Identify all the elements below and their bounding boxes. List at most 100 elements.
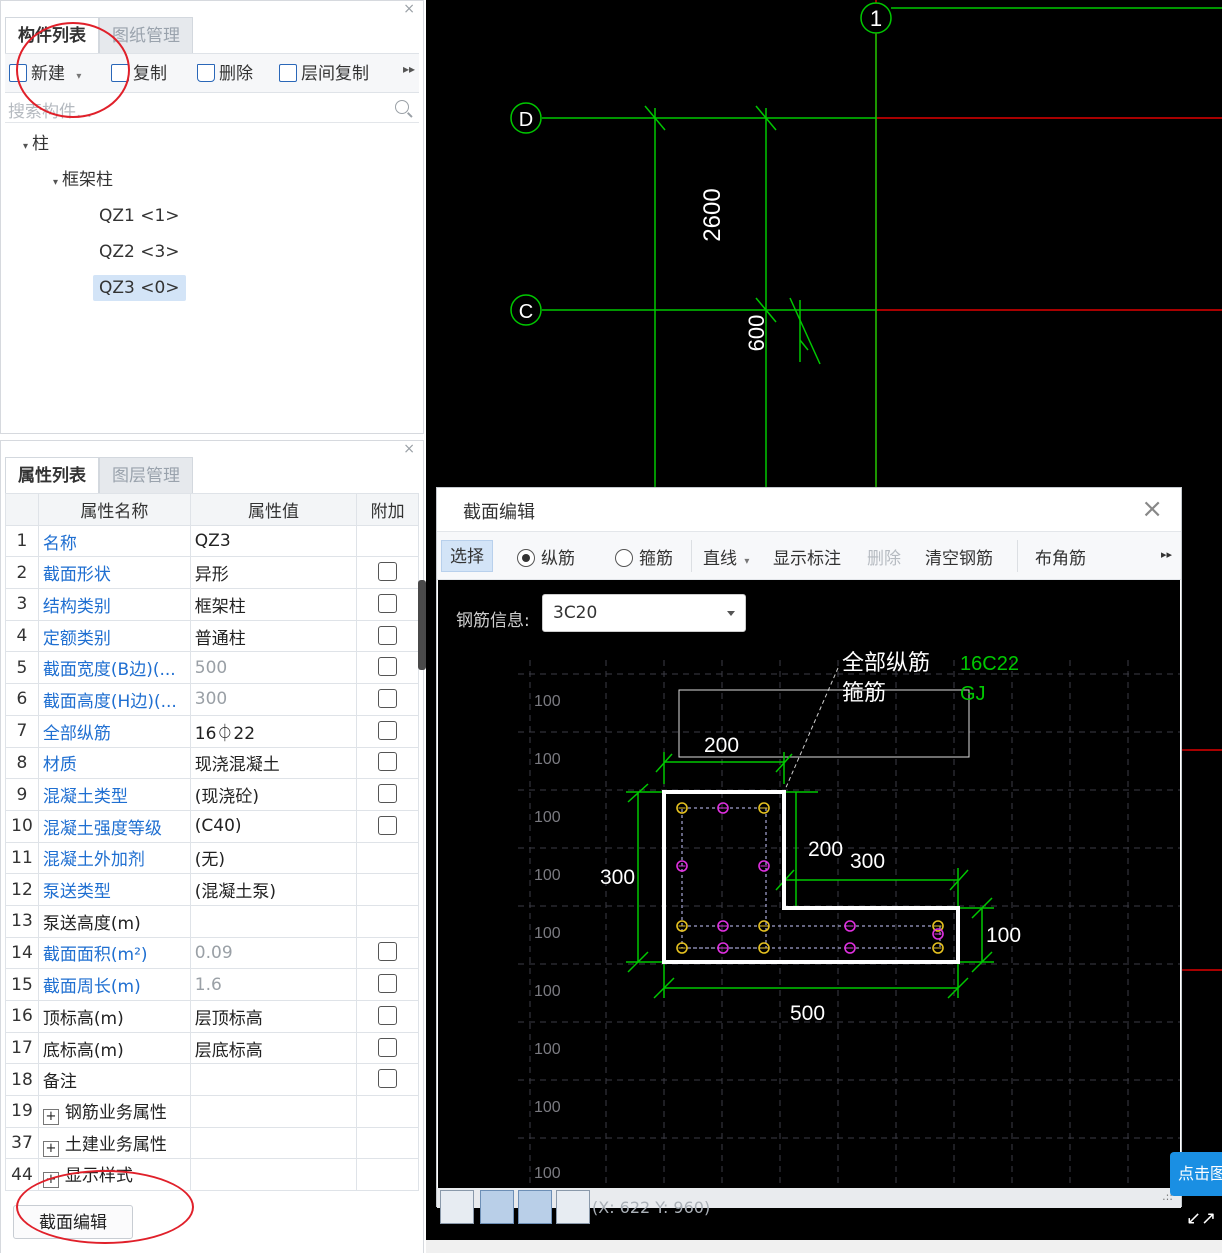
table-row[interactable]: 7 全部纵筋 16⏀22	[5, 714, 419, 748]
rebar-point[interactable]	[717, 920, 729, 932]
extra-checkbox[interactable]	[378, 593, 398, 613]
extra-checkbox[interactable]	[378, 974, 398, 994]
tree-node-column[interactable]: ▾ 柱	[23, 131, 49, 157]
group-name[interactable]: + 土建业务属性	[37, 1126, 191, 1160]
delete-button[interactable]: 删除	[197, 60, 253, 88]
extra-checkbox[interactable]	[378, 688, 398, 708]
property-value[interactable]: 现浇混凝土	[189, 746, 358, 780]
panel-splitter-handle[interactable]	[418, 580, 426, 670]
property-value[interactable]: 0.09	[189, 936, 358, 970]
property-value[interactable]: 1.6	[189, 968, 358, 1001]
toolbar-more-icon[interactable]: ▸▸	[1161, 548, 1172, 561]
rebar-point[interactable]	[676, 920, 688, 932]
tab-property-list[interactable]: 属性列表	[5, 457, 99, 493]
table-row[interactable]: 12 泵送类型 (混凝土泵)	[5, 873, 419, 906]
tree-item-qz1[interactable]: QZ1 <1>	[99, 203, 180, 229]
expand-plus-icon[interactable]: +	[42, 1140, 59, 1157]
extra-checkbox[interactable]	[378, 625, 398, 645]
property-value[interactable]: 16⏀22	[189, 714, 358, 748]
table-row[interactable]: 13 泵送高度(m)	[5, 904, 419, 938]
extra-checkbox[interactable]	[378, 1037, 398, 1057]
tab-layer-management[interactable]: 图层管理	[99, 457, 193, 493]
property-value[interactable]: 普通柱	[189, 619, 358, 653]
longitudinal-rebar-radio[interactable]: 纵筋	[517, 544, 575, 569]
rebar-point[interactable]	[758, 860, 770, 872]
rebar-point[interactable]	[758, 802, 770, 814]
rebar-point[interactable]	[932, 942, 944, 954]
add-point-icon[interactable]	[556, 1190, 590, 1224]
property-value[interactable]: (现浇砼)	[189, 778, 358, 811]
stirrup-radio[interactable]: 箍筋	[615, 544, 673, 569]
radio-checked-icon[interactable]	[517, 549, 535, 567]
property-value[interactable]	[189, 1063, 358, 1097]
line-snap-icon[interactable]	[480, 1190, 514, 1224]
property-value[interactable]: 层顶标高	[189, 1000, 358, 1033]
property-value[interactable]: 框架柱	[189, 588, 358, 621]
property-value[interactable]: (C40)	[189, 809, 358, 843]
extra-checkbox[interactable]	[378, 657, 398, 677]
side-tip-button[interactable]: 点击图	[1170, 1152, 1222, 1196]
extra-checkbox[interactable]	[378, 562, 398, 582]
property-value[interactable]: 层底标高	[189, 1031, 358, 1065]
toolbar-more-icon[interactable]: ▸▸	[403, 62, 415, 76]
chevron-down-icon[interactable]: ▾	[744, 556, 749, 567]
property-value[interactable]: QZ3	[189, 524, 358, 558]
panel-close-icon[interactable]: ×	[403, 441, 415, 457]
rebar-point[interactable]	[758, 942, 770, 954]
close-icon[interactable]: ×	[1141, 494, 1163, 524]
property-value[interactable]	[189, 904, 358, 938]
table-row[interactable]: 1 名称 QZ3	[5, 524, 419, 558]
floor-copy-button[interactable]: 层间复制	[279, 60, 369, 88]
ortho-mode-icon[interactable]	[440, 1190, 474, 1224]
rebar-point[interactable]	[676, 942, 688, 954]
search-icon[interactable]	[395, 100, 409, 114]
table-row[interactable]: 18 备注	[5, 1063, 419, 1097]
table-group-row[interactable]: 37 + 土建业务属性	[5, 1126, 419, 1160]
rebar-point[interactable]	[844, 920, 856, 932]
rebar-point[interactable]	[717, 802, 729, 814]
section-canvas[interactable]: 钢筋信息: 3C20 100 100 100 100 100 100 100 1…	[438, 580, 1180, 1188]
extra-checkbox[interactable]	[378, 815, 398, 835]
rebar-point[interactable]	[932, 928, 944, 940]
table-row[interactable]: 3 结构类别 框架柱	[5, 588, 419, 621]
select-button[interactable]: 选择	[441, 540, 493, 572]
table-row[interactable]: 11 混凝土外加剂 (无)	[5, 841, 419, 875]
corner-rebar-button[interactable]: 布角筋	[1035, 544, 1086, 569]
table-row[interactable]: 10 混凝土强度等级 (C40)	[5, 809, 419, 843]
radio-unchecked-icon[interactable]	[615, 549, 633, 567]
extra-checkbox[interactable]	[378, 784, 398, 804]
collapse-expand-icon[interactable]: ↙↗	[1186, 1208, 1216, 1229]
rebar-info-select[interactable]: 3C20	[542, 594, 746, 632]
table-row[interactable]: 17 底标高(m) 层底标高	[5, 1031, 419, 1065]
table-row[interactable]: 15 截面周长(m) 1.6	[5, 968, 419, 1001]
clear-rebar-button[interactable]: 清空钢筋	[925, 544, 993, 569]
extra-checkbox[interactable]	[378, 720, 398, 740]
rebar-point[interactable]	[932, 920, 944, 932]
show-dimension-button[interactable]: 显示标注	[773, 544, 841, 569]
table-row[interactable]: 5 截面宽度(B边)(... 500	[5, 651, 419, 685]
table-row[interactable]: 16 顶标高(m) 层顶标高	[5, 1000, 419, 1033]
tree-node-frame-column[interactable]: ▾ 框架柱	[53, 167, 113, 193]
extra-checkbox[interactable]	[378, 1069, 398, 1089]
tree-item-qz3[interactable]: QZ3 <0>	[93, 275, 186, 301]
delete-rebar-button[interactable]: 删除	[867, 544, 901, 569]
property-value[interactable]: (混凝土泵)	[189, 873, 358, 906]
table-row[interactable]: 8 材质 现浇混凝土	[5, 746, 419, 780]
property-value[interactable]: 300	[189, 683, 358, 716]
table-row[interactable]: 6 截面高度(H边)(... 300	[5, 683, 419, 716]
table-row[interactable]: 4 定额类别 普通柱	[5, 619, 419, 653]
table-row[interactable]: 2 截面形状 异形	[5, 556, 419, 590]
table-group-row[interactable]: 19 + 钢筋业务属性	[5, 1095, 419, 1128]
group-name[interactable]: + 钢筋业务属性	[37, 1095, 191, 1128]
extra-checkbox[interactable]	[378, 1005, 398, 1025]
tree-expand-icon[interactable]: ▾	[53, 177, 58, 188]
rebar-point[interactable]	[676, 860, 688, 872]
rebar-point[interactable]	[676, 802, 688, 814]
tree-expand-icon[interactable]: ▾	[23, 141, 28, 152]
rebar-point[interactable]	[844, 942, 856, 954]
tree-item-qz2[interactable]: QZ2 <3>	[99, 239, 180, 265]
rebar-point[interactable]	[758, 920, 770, 932]
perpendicular-snap-icon[interactable]	[518, 1190, 552, 1224]
extra-checkbox[interactable]	[378, 942, 398, 962]
property-value[interactable]: 500	[189, 651, 358, 685]
